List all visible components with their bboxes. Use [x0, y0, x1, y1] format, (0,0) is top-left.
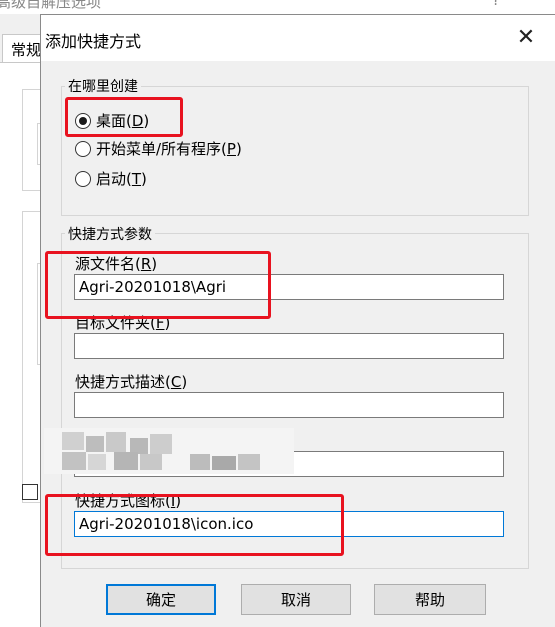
radio-desktop-label: 桌面(D) [96, 112, 150, 130]
shortcut-name-input[interactable] [74, 451, 504, 477]
radio-startup[interactable]: 启动(T) [75, 168, 147, 189]
radio-desktop[interactable]: 桌面(D) [75, 110, 149, 131]
params-group-label: 快捷方式参数 [65, 224, 155, 244]
background-window-title: 高级自解压选项 [0, 0, 102, 11]
radio-start-menu-circle[interactable] [75, 140, 91, 157]
cancel-button[interactable]: 取消 [241, 584, 351, 615]
shortcut-description-input[interactable] [74, 392, 504, 418]
radio-start-menu-label: 开始菜单/所有程序(P) [96, 140, 242, 158]
source-filename-input[interactable] [74, 274, 504, 300]
target-folder-label: 目标文件夹(F) [75, 314, 171, 332]
radio-start-menu[interactable]: 开始菜单/所有程序(P) [75, 138, 242, 159]
radio-desktop-circle[interactable] [75, 112, 91, 129]
background-checkbox[interactable] [22, 484, 38, 500]
add-shortcut-dialog: 添加快捷方式 ✕ 在哪里创建 桌面(D) 开始菜单/所有程序(P) 启动(T) … [40, 14, 555, 627]
radio-startup-label: 启动(T) [96, 170, 147, 188]
location-group-label: 在哪里创建 [65, 76, 141, 96]
background-window-titlebar: 高级自解压选项 ? [0, 0, 555, 14]
shortcut-icon-label: 快捷方式图标(I) [75, 492, 182, 510]
dialog-titlebar: 添加快捷方式 ✕ [41, 15, 555, 61]
shortcut-name-label: 快捷方式名(H) [75, 432, 173, 450]
help-question-icon[interactable]: ? [492, 0, 500, 9]
source-filename-label: 源文件名(R) [75, 255, 158, 273]
target-folder-input[interactable] [74, 333, 504, 359]
close-icon[interactable]: ✕ [511, 23, 541, 53]
ok-button[interactable]: 确定 [106, 584, 216, 615]
radio-startup-circle[interactable] [75, 170, 91, 187]
shortcut-description-label: 快捷方式描述(C) [75, 373, 188, 391]
background-tab-general-label: 常规 [11, 41, 42, 59]
shortcut-icon-input[interactable] [74, 511, 504, 537]
dialog-title: 添加快捷方式 [45, 32, 142, 51]
background-tab-general[interactable]: 常规 [2, 34, 44, 63]
help-button[interactable]: 帮助 [374, 584, 486, 615]
background-window-panel [0, 62, 54, 627]
